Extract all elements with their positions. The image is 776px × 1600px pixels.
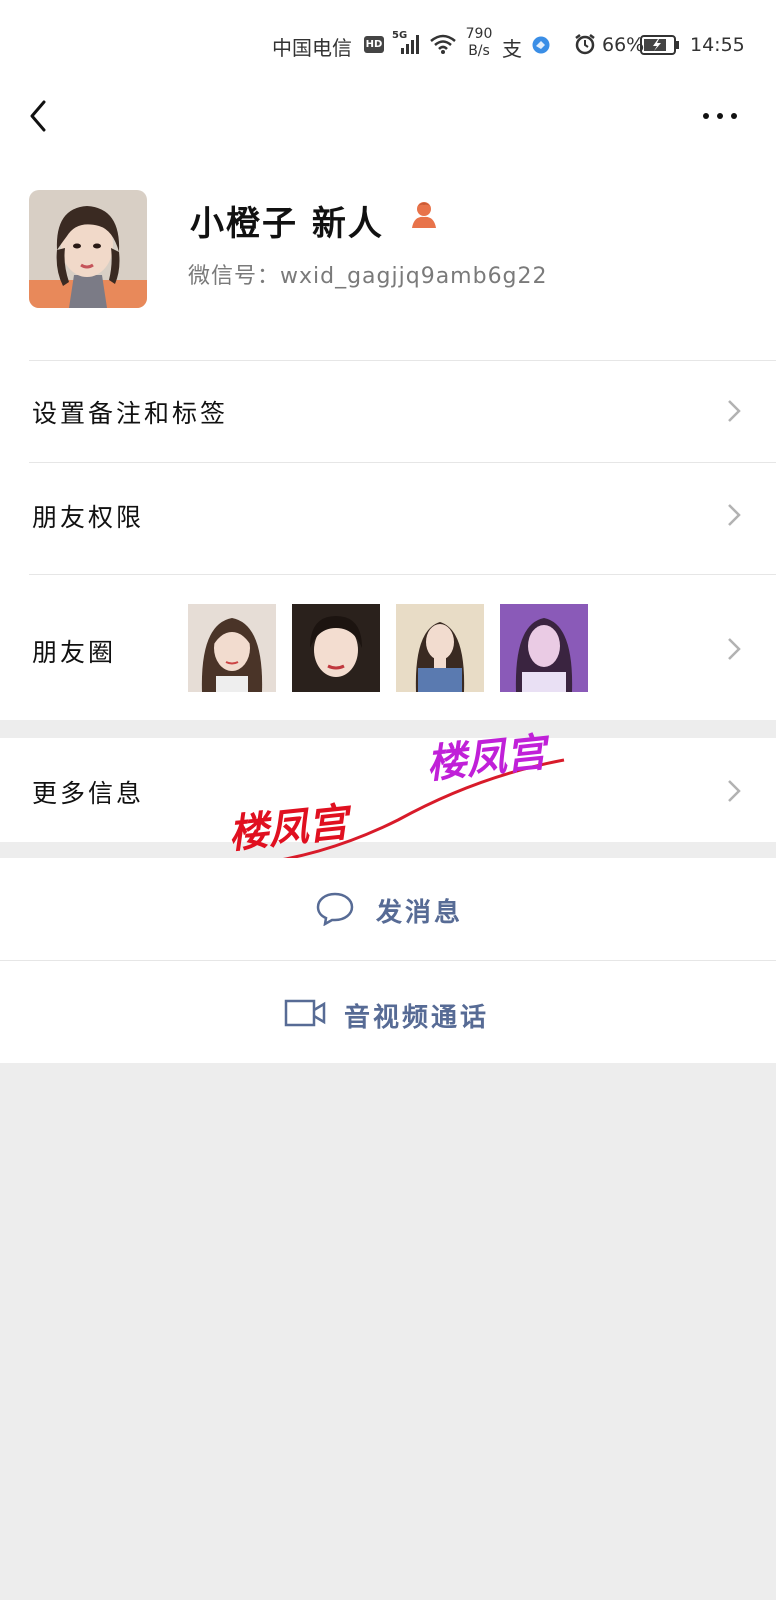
browser-icon: [532, 36, 550, 54]
hd-icon: HD: [364, 36, 384, 53]
wifi-icon: [430, 34, 456, 54]
watermark-text-purple: 楼凤宫: [424, 729, 553, 788]
status-bar: 中国电信 HD 5G 790 B/s 支 66% 14:55: [0, 0, 776, 90]
audio-video-call-button[interactable]: 音视频通话: [0, 961, 776, 1063]
moments-photo: [292, 604, 380, 692]
moments-photo: [500, 604, 588, 692]
moments-photo: [188, 604, 276, 692]
speed-value: 790: [465, 26, 493, 42]
call-label: 音视频通话: [344, 1003, 490, 1033]
chevron-right-icon: [728, 400, 741, 422]
female-user-icon: [412, 202, 436, 228]
permissions-label: 朋友权限: [32, 503, 145, 532]
back-arrow-icon[interactable]: [24, 96, 54, 136]
carrier-label: 中国电信: [272, 36, 352, 60]
wechat-id: 微信号：wxid_gagjjq9amb6g22: [188, 264, 548, 289]
video-camera-icon: [284, 999, 326, 1027]
more-info-label: 更多信息: [32, 779, 145, 808]
battery-percent: 66%: [602, 34, 645, 56]
remark-label: 设置备注和标签: [32, 399, 229, 428]
speed-unit: B/s: [468, 43, 490, 59]
chevron-right-icon: [728, 638, 741, 660]
moments-photo: [396, 604, 484, 692]
chevron-right-icon: [728, 504, 741, 526]
alarm-icon: [575, 34, 595, 55]
avatar[interactable]: [29, 190, 147, 308]
divider: [29, 574, 776, 575]
network-speed: 790 B/s: [464, 26, 494, 60]
contact-name: 小橙子 新人: [190, 204, 384, 244]
friend-permissions-row[interactable]: 朋友权限: [0, 464, 776, 562]
chat-bubble-icon: [316, 892, 354, 926]
send-message-label: 发消息: [376, 898, 464, 928]
remark-and-tags-row[interactable]: 设置备注和标签: [0, 362, 776, 460]
signal-icon: [401, 35, 419, 54]
moments-label: 朋友圈: [32, 638, 117, 667]
clock: 14:55: [690, 34, 745, 56]
watermark-text-red: 楼凤宫: [228, 799, 355, 858]
send-message-button[interactable]: 发消息: [0, 858, 776, 960]
divider: [29, 360, 776, 361]
alipay-icon: 支: [502, 37, 522, 61]
divider: [29, 462, 776, 463]
more-options-icon[interactable]: [700, 104, 740, 128]
chevron-right-icon: [728, 780, 741, 802]
watermark: 楼凤宫 楼凤宫: [228, 729, 565, 868]
battery-icon: [640, 35, 679, 55]
moments-row[interactable]: 朋友圈: [0, 576, 776, 720]
